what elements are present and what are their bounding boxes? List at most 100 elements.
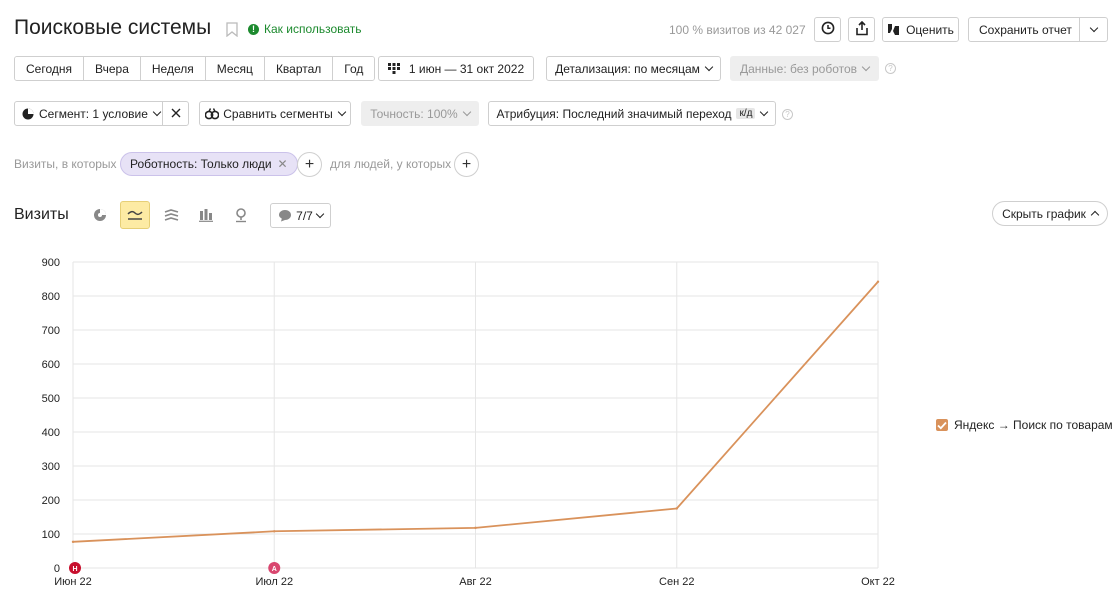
annotations-dropdown[interactable]: 7/7 (270, 203, 331, 228)
event-marker[interactable]: Н (69, 562, 81, 574)
date-range-label: 1 июн — 31 окт 2022 (408, 61, 525, 76)
rate-button[interactable]: Оценить (882, 17, 959, 42)
filters-prefix: Визиты, в которых (14, 157, 117, 171)
y-tick-label: 700 (42, 325, 60, 337)
plus-icon: + (461, 155, 472, 173)
segment-pie-icon (22, 108, 34, 120)
period-quarter[interactable]: Квартал (264, 57, 334, 80)
how-to-use-label: Как использовать (264, 22, 362, 36)
y-tick-label: 500 (42, 393, 60, 405)
save-report-dropdown[interactable] (1079, 18, 1107, 41)
save-report-button[interactable]: Сохранить отчет (968, 17, 1108, 42)
y-tick-label: 300 (42, 461, 60, 473)
segment-label: Сегмент: 1 условие (39, 106, 148, 121)
pie-chart-icon (93, 208, 107, 222)
period-today[interactable]: Сегодня (15, 57, 84, 80)
line-chart-icon (127, 209, 143, 221)
attribution-dropdown[interactable]: Атрибуция: Последний значимый переход к/… (488, 101, 776, 126)
data-filter-help-icon[interactable]: ? (885, 63, 896, 74)
detail-dropdown[interactable]: Детализация: по месяцам (546, 56, 721, 81)
close-icon (171, 107, 181, 121)
series-point (474, 526, 477, 530)
y-tick-label: 400 (42, 427, 60, 439)
period-month[interactable]: Месяц (205, 57, 265, 80)
add-visit-filter-button[interactable]: + (297, 152, 322, 177)
history-button[interactable] (814, 17, 841, 42)
event-marker[interactable]: А (268, 562, 281, 574)
bar-chart-icon (199, 208, 213, 222)
chevron-down-icon (760, 107, 769, 116)
filter-chip-label: Роботность: Только люди (130, 157, 272, 171)
x-tick-label: Авг 22 (459, 576, 491, 588)
plus-icon: + (304, 155, 315, 173)
legend-checkbox-icon[interactable] (936, 419, 948, 431)
calendar-icon (387, 63, 400, 74)
chart-legend[interactable]: Яндекс → Поиск по товарам (936, 418, 1113, 432)
hide-chart-button[interactable]: Скрыть график (992, 201, 1108, 226)
attribution-help-icon[interactable]: ? (782, 109, 793, 120)
chevron-up-icon (1090, 210, 1100, 220)
clock-icon (821, 21, 835, 38)
compare-icon (205, 107, 220, 120)
area-view-button[interactable] (156, 201, 186, 229)
visits-share-text: 100 % визитов из 42 027 (669, 23, 806, 37)
period-yesterday[interactable]: Вчера (84, 57, 141, 80)
series-point (675, 507, 678, 510)
accuracy-dropdown[interactable]: Точность: 100% (361, 101, 479, 126)
chevron-down-icon (1089, 23, 1098, 32)
pie-view-button[interactable] (85, 201, 115, 229)
period-week[interactable]: Неделя (140, 57, 206, 80)
y-tick-label: 600 (42, 359, 60, 371)
y-tick-label: 200 (42, 495, 60, 507)
map-pin-icon (234, 207, 248, 223)
x-tick-label: Окт 22 (861, 576, 895, 588)
x-tick-label: Июн 22 (54, 576, 92, 588)
accuracy-label: Точность: 100% (370, 106, 458, 121)
attribution-badge: к/д (736, 108, 756, 119)
rate-label: Оценить (906, 22, 954, 37)
bar-view-button[interactable] (191, 201, 221, 229)
y-tick-label: 100 (42, 529, 60, 541)
segment-dropdown[interactable]: Сегмент: 1 условие (14, 101, 189, 126)
event-marker-label: А (272, 566, 277, 573)
page-title: Поисковые системы (14, 16, 212, 39)
date-range-button[interactable]: 1 июн — 31 окт 2022 (378, 56, 534, 81)
compare-segments-button[interactable]: Сравнить сегменты (199, 101, 351, 126)
series-point (273, 530, 276, 533)
event-marker-label: Н (72, 566, 77, 573)
series-point (876, 280, 880, 283)
x-tick-label: Сен 22 (659, 576, 694, 588)
y-tick-label: 900 (42, 257, 60, 269)
detail-label: Детализация: по месяцам (555, 61, 700, 76)
chevron-down-icon (152, 107, 162, 116)
share-icon (855, 20, 869, 39)
save-report-label: Сохранить отчет (979, 22, 1072, 37)
line-view-button[interactable] (120, 201, 150, 229)
chevron-down-icon (315, 209, 325, 218)
annotations-count: 7/7 (296, 208, 313, 223)
stacked-area-icon (164, 208, 179, 222)
legend-series-label: Яндекс → Поиск по товарам (954, 418, 1113, 432)
export-button[interactable] (848, 17, 875, 42)
add-people-filter-button[interactable]: + (454, 152, 479, 177)
chevron-down-icon (704, 62, 714, 71)
thumbs-icon (887, 23, 902, 36)
data-filter-label: Данные: без роботов (739, 61, 858, 76)
chevron-down-icon (462, 107, 471, 116)
close-icon[interactable]: ✕ (278, 157, 288, 171)
segment-clear-button[interactable] (162, 102, 188, 125)
x-tick-label: Июл 22 (255, 576, 293, 588)
compare-segments-label: Сравнить сегменты (223, 106, 333, 121)
series-point (71, 540, 75, 544)
chart-title: Визиты (14, 206, 69, 223)
filter-chip-robotness[interactable]: Роботность: Только люди ✕ (120, 152, 298, 176)
chevron-down-icon (337, 107, 347, 116)
comment-icon (278, 209, 292, 222)
attribution-label: Атрибуция: Последний значимый переход (496, 106, 732, 121)
period-year[interactable]: Год (333, 57, 375, 80)
how-to-use-link[interactable]: ! Как использовать (248, 22, 362, 36)
map-view-button[interactable] (226, 201, 256, 229)
bookmark-icon[interactable] (226, 22, 238, 40)
data-filter-dropdown[interactable]: Данные: без роботов (730, 56, 879, 81)
hide-chart-label: Скрыть график (1002, 206, 1086, 221)
